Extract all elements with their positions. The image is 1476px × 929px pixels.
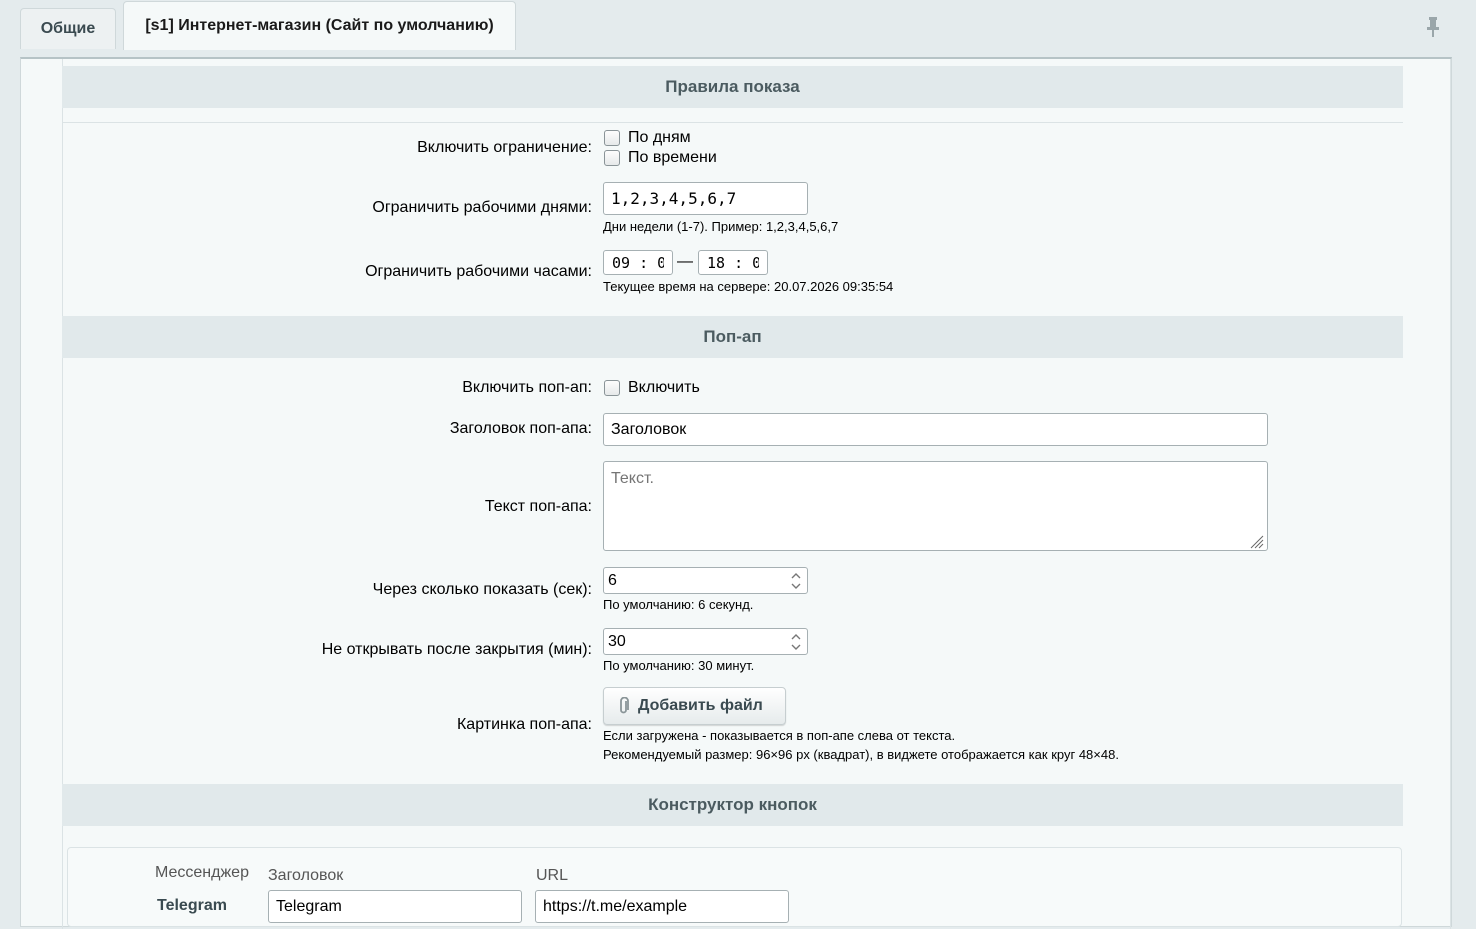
row-title-input[interactable]	[268, 890, 522, 923]
tab-site-s1[interactable]: [s1] Интернет-магазин (Сайт по умолчанию…	[123, 1, 516, 50]
by-time-label: По времени	[628, 149, 717, 166]
section-header-buttons: Конструктор кнопок	[62, 784, 1403, 826]
reopen-field	[603, 628, 808, 655]
days-label: Ограничить рабочими днями:	[372, 199, 592, 216]
add-file-label: Добавить файл	[638, 697, 763, 714]
by-days-label: По дням	[628, 129, 691, 146]
image-hint-1: Если загружена - показывается в поп-апе …	[603, 728, 956, 743]
hours-to-input[interactable]	[698, 250, 768, 275]
by-days-checkbox[interactable]	[604, 130, 620, 146]
add-file-button[interactable]: Добавить файл	[603, 687, 786, 725]
hours-separator: —	[677, 253, 693, 270]
limit-label: Включить ограничение:	[417, 139, 592, 156]
tab-bar: Общие [s1] Интернет-магазин (Сайт по умо…	[0, 0, 1476, 50]
popup-text-textarea[interactable]	[603, 461, 1268, 551]
popup-title-label: Заголовок поп-апа:	[449, 420, 592, 437]
days-hint: Дни недели (1-7). Пример: 1,2,3,4,5,6,7	[603, 219, 839, 234]
paperclip-icon	[620, 697, 629, 714]
tab-general-label: Общие	[40, 20, 96, 37]
row-messenger-name: Telegram	[157, 897, 227, 914]
section-header-popup: Поп-ап	[62, 316, 1403, 358]
section-header-rules: Правила показа	[62, 66, 1403, 108]
delay-hint: По умолчанию: 6 секунд.	[603, 597, 754, 612]
days-input[interactable]	[603, 182, 808, 215]
popup-text-label: Текст поп-апа:	[484, 498, 592, 515]
image-label: Картинка поп-апа:	[456, 716, 592, 733]
hours-label: Ограничить рабочими часами:	[365, 263, 592, 280]
delay-label: Через сколько показать (сек):	[372, 581, 592, 598]
reopen-input[interactable]	[603, 628, 808, 655]
delay-field	[603, 567, 808, 594]
col-title-header: Заголовок	[268, 867, 344, 884]
hours-from-input[interactable]	[603, 250, 673, 275]
popup-enable-cb-label: Включить	[628, 379, 700, 396]
spinner-arrows-icon[interactable]	[788, 570, 804, 592]
popup-title-input[interactable]	[603, 413, 1268, 446]
tab-general[interactable]: Общие	[20, 8, 116, 49]
resize-handle-icon[interactable]	[1248, 533, 1264, 549]
row-url-input[interactable]	[535, 890, 789, 923]
reopen-hint: По умолчанию: 30 минут.	[603, 658, 755, 673]
image-hint-2: Рекомендуемый размер: 96×96 px (квадрат)…	[603, 747, 1119, 762]
by-time-checkbox[interactable]	[604, 150, 620, 166]
pin-icon[interactable]	[1426, 16, 1440, 38]
col-url-header: URL	[536, 867, 569, 884]
popup-enable-label: Включить поп-ап:	[462, 379, 592, 396]
reopen-label: Не открывать после закрытия (мин):	[321, 641, 592, 658]
divider	[62, 122, 1403, 123]
spinner-arrows-icon[interactable]	[788, 631, 804, 653]
server-time: Текущее время на сервере: 20.07.2026 09:…	[603, 279, 894, 294]
col-messenger-header: Мессенджер	[155, 864, 249, 881]
popup-enable-checkbox[interactable]	[604, 380, 620, 396]
delay-input[interactable]	[603, 567, 808, 594]
tab-site-s1-label: [s1] Интернет-магазин (Сайт по умолчанию…	[145, 17, 494, 34]
